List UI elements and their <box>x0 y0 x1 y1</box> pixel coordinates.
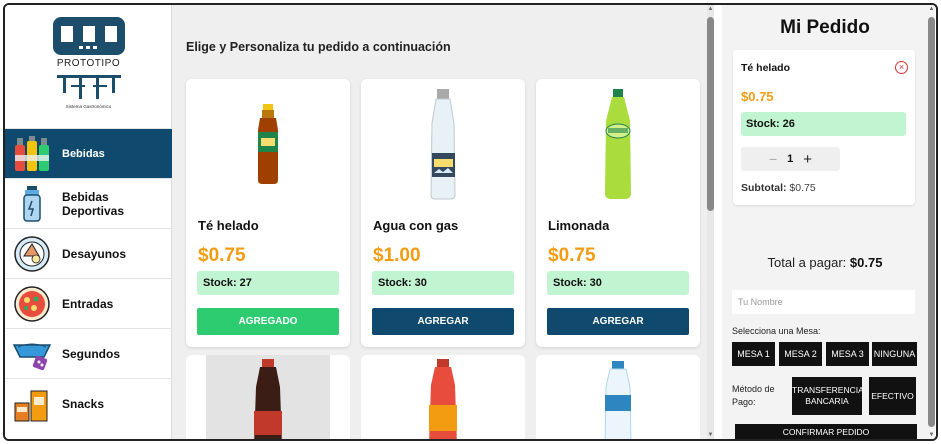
scrollbar-thumb[interactable] <box>707 17 714 211</box>
products-scrollbar[interactable]: ▲ ▼ <box>707 5 714 439</box>
starter-plate-icon <box>12 284 52 324</box>
table-1-button[interactable]: MESA 1 <box>732 342 775 366</box>
water-bottle-image <box>536 355 700 439</box>
add-button[interactable]: AGREGAR <box>547 308 689 335</box>
table-select-label: Selecciona una Mesa: <box>732 326 821 336</box>
product-card <box>361 355 525 439</box>
cola-bottle-image <box>186 355 350 439</box>
total-label: Total a pagar: <box>767 255 847 270</box>
sidebar-item-label: Bebidas Deportivas <box>62 189 125 218</box>
order-item-subtotal: Subtotal: $0.75 <box>741 182 816 194</box>
customer-name-input[interactable] <box>732 290 915 314</box>
app-window: PROTOTIPO Sistema Gastronómico Bebidas B… <box>3 3 938 441</box>
product-price: $0.75 <box>198 245 246 266</box>
orange-soda-bottle-image <box>361 355 525 439</box>
product-name: Agua con gas <box>373 218 459 233</box>
category-sidebar: PROTOTIPO Sistema Gastronómico Bebidas B… <box>5 5 172 439</box>
product-price: $0.75 <box>548 245 596 266</box>
scroll-down-icon[interactable]: ▼ <box>928 432 935 438</box>
product-name: Limonada <box>548 218 610 233</box>
sidebar-item-label: Desayunos <box>62 246 127 261</box>
scroll-up-icon[interactable]: ▲ <box>928 6 935 12</box>
subtotal-value: $0.75 <box>789 182 816 194</box>
product-card: Agua con gas $1.00 Stock: 30 AGREGAR <box>361 79 525 347</box>
sidebar-item-entradas[interactable]: Entradas <box>5 278 172 328</box>
added-button[interactable]: AGREGADO <box>197 308 339 335</box>
sports-bottle-icon <box>12 184 52 224</box>
confirm-order-button[interactable]: CONFIRMAR PEDIDO <box>735 424 917 439</box>
bank-transfer-button[interactable]: TRANSFERENCIA BANCARIA <box>792 377 864 415</box>
sidebar-item-segundos[interactable]: Segundos <box>5 328 172 378</box>
table-3-button[interactable]: MESA 3 <box>826 342 869 366</box>
product-stock: Stock: 30 <box>372 271 514 295</box>
page-heading: Elige y Personaliza tu pedido a continua… <box>186 40 451 54</box>
scrollbar-thumb[interactable] <box>928 17 935 427</box>
sidebar-item-label: Bebidas <box>62 147 105 160</box>
quantity-stepper: − 1 + <box>741 147 840 171</box>
product-name: Té helado <box>198 218 259 233</box>
logo-brand: PROTOTIPO <box>56 58 121 69</box>
increase-quantity-button[interactable]: + <box>803 151 812 168</box>
sidebar-item-label: Entradas <box>62 296 114 311</box>
order-item-stock: Stock: 26 <box>741 112 906 136</box>
remove-item-icon[interactable]: × <box>895 61 908 74</box>
sidebar-item-label: Snacks <box>62 396 105 411</box>
product-stock: Stock: 27 <box>197 271 339 295</box>
scroll-up-icon[interactable]: ▲ <box>707 6 714 12</box>
drinks-icon <box>12 134 52 174</box>
product-card: Limonada $0.75 Stock: 30 AGREGAR <box>536 79 700 347</box>
scroll-down-icon[interactable]: ▼ <box>707 432 714 438</box>
order-total: Total a pagar: $0.75 <box>722 255 928 270</box>
product-stock: Stock: 30 <box>547 271 689 295</box>
order-item: Té helado × $0.75 Stock: 26 − 1 + Subtot… <box>733 50 915 205</box>
order-item-name: Té helado <box>741 62 791 74</box>
main-dish-icon <box>12 334 52 374</box>
breakfast-icon <box>12 234 52 274</box>
sidebar-item-bebidas[interactable]: Bebidas <box>5 128 172 178</box>
decrease-quantity-button[interactable]: − <box>769 151 777 167</box>
total-value: $0.75 <box>849 255 883 270</box>
logo-subtitle: Sistema Gastronómico <box>65 104 112 109</box>
lemonade-bottle-image <box>536 79 700 207</box>
order-panel: Mi Pedido Té helado × $0.75 Stock: 26 − … <box>722 5 928 439</box>
table-2-button[interactable]: MESA 2 <box>779 342 822 366</box>
add-button[interactable]: AGREGAR <box>372 308 514 335</box>
cash-button[interactable]: EFECTIVO <box>869 377 916 415</box>
order-item-price: $0.75 <box>741 89 774 104</box>
product-area: Elige y Personaliza tu pedido a continua… <box>172 5 714 439</box>
product-card <box>536 355 700 439</box>
iced-tea-bottle-image <box>186 79 350 207</box>
product-price: $1.00 <box>373 245 421 266</box>
logo: PROTOTIPO Sistema Gastronómico <box>5 5 172 127</box>
quantity-value: 1 <box>787 153 794 165</box>
sidebar-item-snacks[interactable]: Snacks <box>5 378 172 428</box>
sparkling-water-bottle-image <box>361 79 525 207</box>
sidebar-item-label: Segundos <box>62 346 121 361</box>
no-table-button[interactable]: NINGUNA <box>872 342 917 366</box>
sidebar-item-desayunos[interactable]: Desayunos <box>5 228 172 278</box>
sidebar-item-bebidas-deportivas[interactable]: Bebidas Deportivas <box>5 178 172 228</box>
payment-method-label: Método de Pago: <box>732 384 775 407</box>
order-title: Mi Pedido <box>780 17 870 38</box>
product-card <box>186 355 350 439</box>
product-card: Té helado $0.75 Stock: 27 AGREGADO <box>186 79 350 347</box>
snacks-icon <box>12 384 52 424</box>
order-scrollbar[interactable]: ▲ ▼ <box>928 5 935 439</box>
subtotal-label: Subtotal: <box>741 182 787 194</box>
